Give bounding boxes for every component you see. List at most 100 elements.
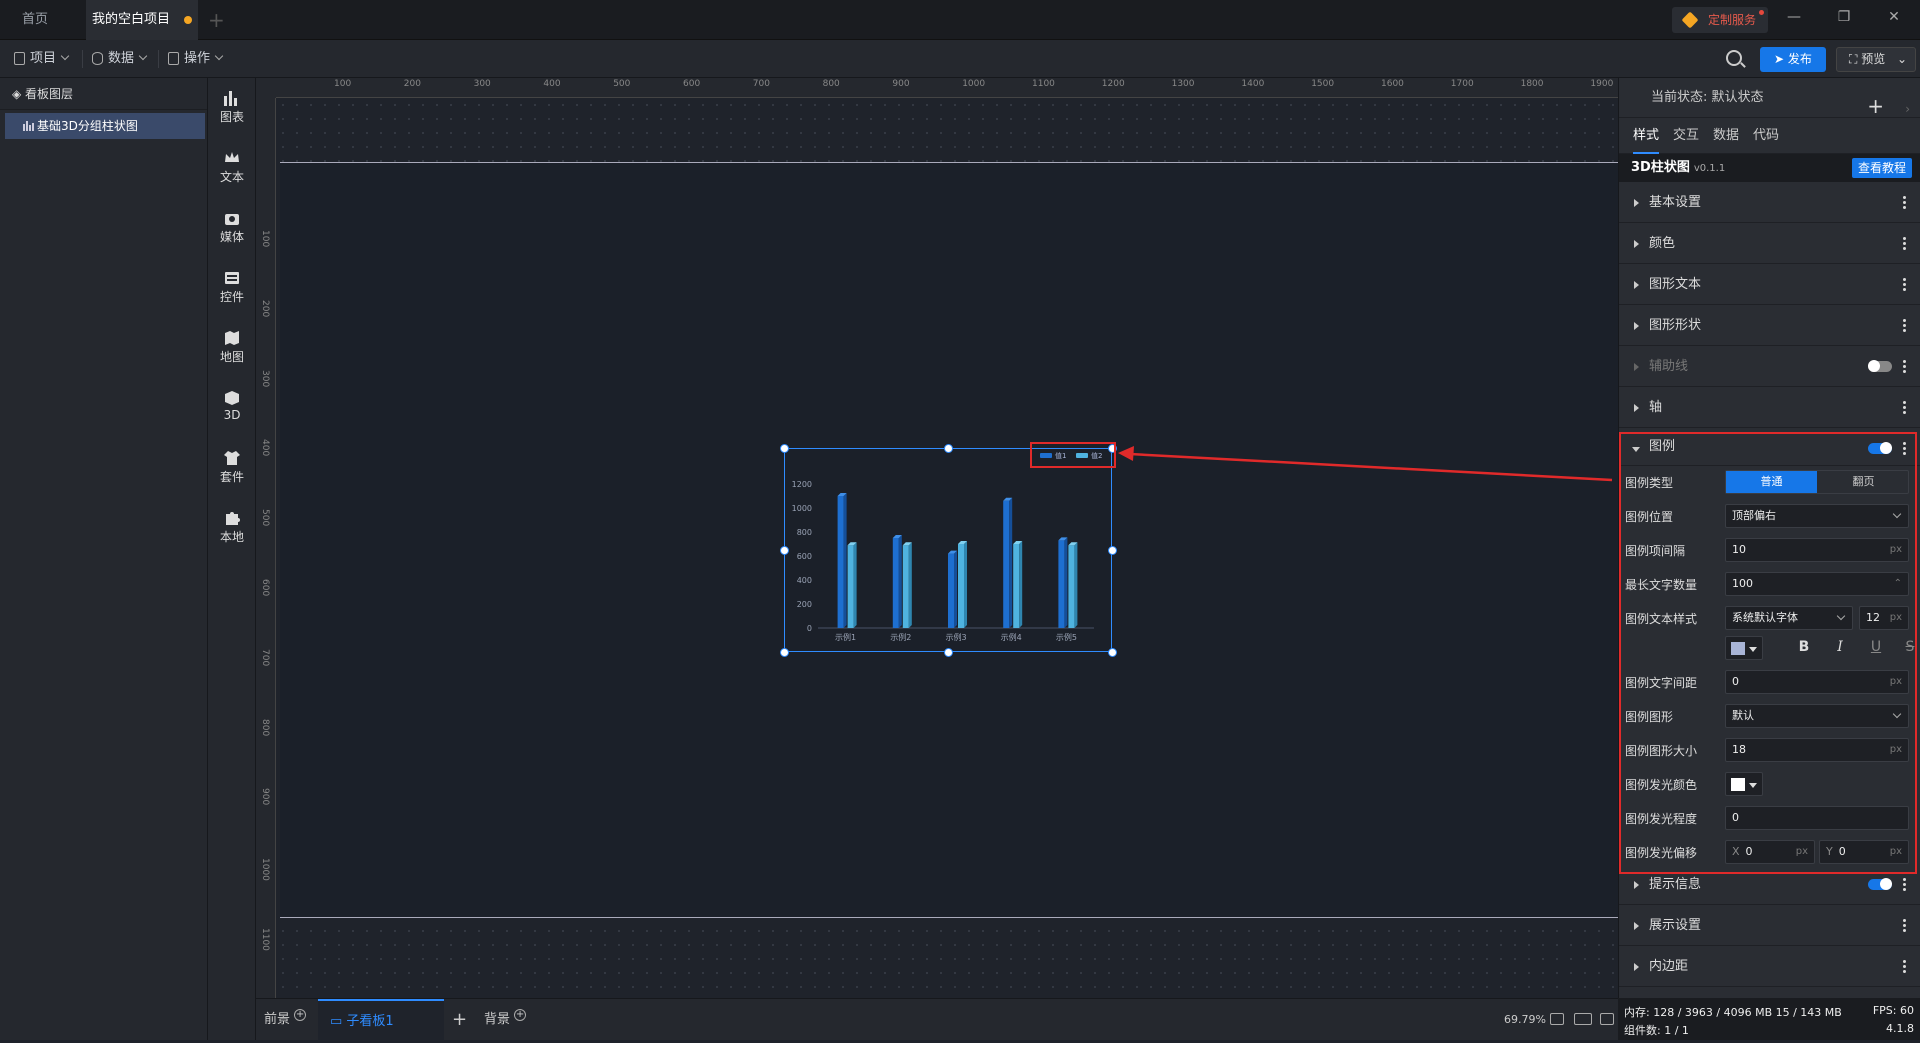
document-icon xyxy=(14,52,25,65)
layers-header: ◈ 看板图层 xyxy=(0,78,207,110)
chevron-down-icon: ⌄ xyxy=(1896,52,1907,66)
ruler-tick-label: 200 xyxy=(403,79,421,89)
more-icon[interactable] xyxy=(1903,360,1906,373)
state-value[interactable]: 默认状态 xyxy=(1712,90,1764,105)
tab-home[interactable]: 首页 xyxy=(0,0,70,40)
publish-button[interactable]: ➤ 发布 xyxy=(1760,47,1826,72)
section-label: 轴 xyxy=(1649,400,1663,415)
resize-handle[interactable] xyxy=(944,444,953,453)
more-icon[interactable] xyxy=(1903,919,1906,932)
tab-sub-board[interactable]: ▭ 子看板1 xyxy=(318,999,444,1041)
tab-code[interactable]: 代码 xyxy=(1753,118,1779,154)
plus-circle-icon[interactable]: + xyxy=(294,1009,307,1021)
caret-right-icon xyxy=(1634,240,1639,248)
component-map[interactable]: 地图 xyxy=(208,330,256,365)
search-icon[interactable] xyxy=(1726,50,1742,66)
publish-label: 发布 xyxy=(1787,52,1812,66)
preview-button[interactable]: ⛶ 预览 ⌄ xyxy=(1836,47,1916,72)
more-icon[interactable] xyxy=(1903,237,1906,250)
close-button[interactable]: ✕ xyxy=(1882,9,1906,31)
custom-service-label: 定制服务 xyxy=(1708,13,1757,27)
section-1[interactable]: 颜色 xyxy=(1619,223,1920,264)
menu-data[interactable]: 数据 xyxy=(92,40,148,78)
tab-style[interactable]: 样式 xyxy=(1633,118,1660,154)
component-chart[interactable]: 图表 xyxy=(208,90,256,125)
tab-data[interactable]: 数据 xyxy=(1713,118,1739,154)
unsaved-dot xyxy=(184,15,192,24)
resize-handle[interactable] xyxy=(1108,648,1117,657)
legend-highlight-box xyxy=(1030,442,1116,468)
plus-circle-icon[interactable]: + xyxy=(514,1009,527,1021)
component-text[interactable]: 文本 xyxy=(208,150,256,185)
section-label: 提示信息 xyxy=(1649,877,1702,892)
ruler-tick-label: 800 xyxy=(260,718,270,736)
tutorial-button[interactable]: 查看教程 xyxy=(1851,158,1912,178)
component-local[interactable]: 本地 xyxy=(208,510,256,545)
resize-handle[interactable] xyxy=(780,648,789,657)
layer-item[interactable]: 基础3D分组柱状图 xyxy=(5,113,205,139)
custom-service-button[interactable]: 定制服务 xyxy=(1672,7,1768,33)
more-icon[interactable] xyxy=(1903,196,1906,209)
component-control[interactable]: 控件 xyxy=(208,270,256,305)
sections-top: 基本设置 颜色图形文本图形形状 辅助线轴 xyxy=(1619,182,1920,428)
notification-dot xyxy=(1759,10,1764,15)
zoom-level[interactable]: 69.79% xyxy=(1504,1013,1546,1026)
more-icon[interactable] xyxy=(1903,960,1906,973)
tab-interaction[interactable]: 交互 xyxy=(1673,118,1699,154)
add-board-button[interactable]: + xyxy=(452,999,467,1041)
property-tabs: 样式 交互 数据 代码 xyxy=(1619,118,1920,154)
section-2[interactable]: 图形文本 xyxy=(1619,264,1920,305)
component-title: 3D柱状图 v0.1.1 查看教程 xyxy=(1619,154,1920,182)
minimize-button[interactable]: — xyxy=(1782,9,1806,31)
ruler-tick-label: 400 xyxy=(543,79,561,89)
caret-right-icon xyxy=(1634,922,1639,930)
more-icon[interactable] xyxy=(1903,278,1906,291)
more-icon[interactable] xyxy=(1903,401,1906,414)
state-row: 当前状态: 默认状态 + › xyxy=(1619,78,1920,118)
keyboard-icon[interactable] xyxy=(1574,1013,1592,1025)
section-0[interactable]: 基本设置 xyxy=(1619,182,1920,223)
ruler-tick-label: 100 xyxy=(334,79,352,89)
shirt-icon xyxy=(223,450,241,466)
map-icon xyxy=(223,330,241,346)
resize-handle[interactable] xyxy=(1108,546,1117,555)
section-b1[interactable]: 展示设置 xyxy=(1619,905,1920,946)
add-tab-button[interactable]: + xyxy=(208,8,225,32)
tab-front-label: 前景 xyxy=(264,1012,291,1027)
restore-button[interactable]: ❐ xyxy=(1832,9,1856,31)
component-suite[interactable]: 套件 xyxy=(208,450,256,485)
section-3[interactable]: 图形形状 xyxy=(1619,305,1920,346)
ruler-tick-label: 1000 xyxy=(260,858,270,882)
tab-front[interactable]: 前景 + xyxy=(264,999,307,1041)
selection-box[interactable] xyxy=(784,448,1112,652)
tab-project[interactable]: 我的空白项目 xyxy=(86,0,198,40)
menu-operate[interactable]: 操作 xyxy=(168,40,224,78)
section-5[interactable]: 轴 xyxy=(1619,387,1920,428)
ruler-tick-label: 300 xyxy=(473,79,491,89)
divider xyxy=(158,50,159,68)
menu-project[interactable]: 项目 xyxy=(14,40,70,78)
ruler-tick-label: 1400 xyxy=(1241,79,1265,89)
grid-icon xyxy=(168,52,179,65)
fit-screen-icon[interactable] xyxy=(1550,1013,1564,1025)
section-b2[interactable]: 内边距 xyxy=(1619,946,1920,987)
terminal-icon[interactable] xyxy=(1600,1013,1614,1025)
section-label: 图形文本 xyxy=(1649,277,1702,292)
component-3d[interactable]: 3D xyxy=(208,390,256,422)
more-icon[interactable] xyxy=(1903,878,1906,891)
section-toggle[interactable] xyxy=(1868,360,1892,372)
component-suite-label: 套件 xyxy=(219,470,244,484)
more-icon[interactable] xyxy=(1903,319,1906,332)
tab-background[interactable]: 背景 + xyxy=(484,999,527,1041)
app-version: 4.1.8 xyxy=(1886,1022,1914,1035)
resize-handle[interactable] xyxy=(780,444,789,453)
ruler-tick-label: 700 xyxy=(260,648,270,666)
state-label: 当前状态: xyxy=(1651,90,1708,105)
component-control-label: 控件 xyxy=(219,290,244,304)
resize-handle[interactable] xyxy=(944,648,953,657)
section-4[interactable]: 辅助线 xyxy=(1619,346,1920,387)
resize-handle[interactable] xyxy=(780,546,789,555)
component-media[interactable]: 媒体 xyxy=(208,210,256,245)
component-count: 组件数: 1 / 1 xyxy=(1624,1024,1689,1037)
section-toggle[interactable] xyxy=(1868,878,1892,890)
